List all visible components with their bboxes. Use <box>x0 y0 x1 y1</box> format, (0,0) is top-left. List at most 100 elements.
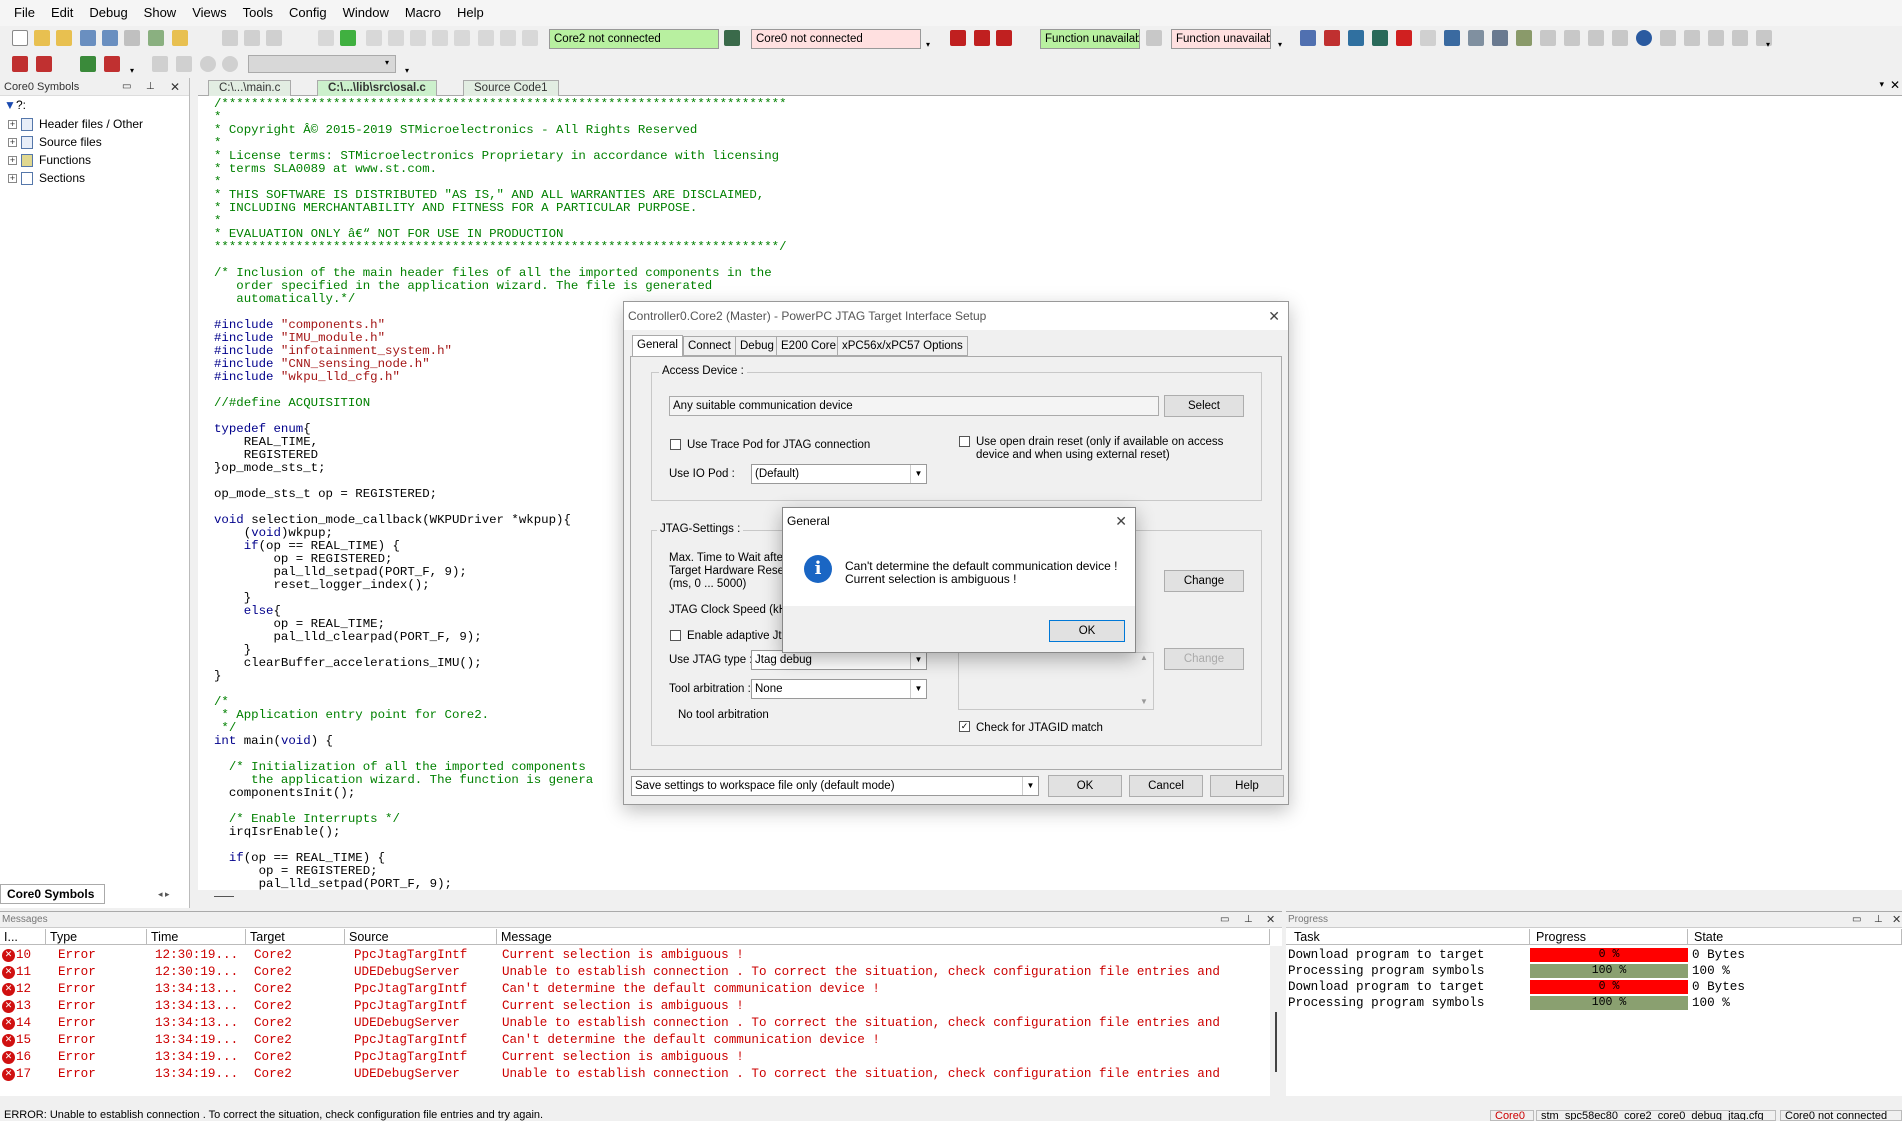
dropdown-arrow-2-icon[interactable]: ▾ <box>1278 40 1282 49</box>
jtag-type-combo[interactable]: Jtag debug ▼ <box>751 650 927 670</box>
view-11-icon[interactable] <box>1540 30 1556 46</box>
chevron-down-icon[interactable]: ▼ <box>910 465 926 483</box>
view-3-icon[interactable] <box>1348 30 1364 46</box>
close-icon[interactable]: ✕ <box>1892 912 1901 928</box>
restore-icon[interactable]: ▭ <box>1220 912 1229 928</box>
restore-icon[interactable]: ▭ <box>122 78 131 96</box>
combo-arrow-icon[interactable]: ▾ <box>385 58 389 67</box>
save-icon[interactable] <box>80 30 96 46</box>
close-icon[interactable]: ✕ <box>1268 302 1280 330</box>
tab-xpc-options[interactable]: xPC56x/xPC57 Options <box>837 336 968 356</box>
tab-osal-c[interactable]: C:\...\lib\src\osal.c <box>317 80 437 96</box>
close-icon[interactable]: ✕ <box>1266 912 1275 928</box>
message-row[interactable]: ✕ 14 Error 13:34:13... Core2 UDEDebugServer Un… <box>0 1015 1270 1032</box>
memory-icon[interactable] <box>80 56 96 72</box>
view-9-icon[interactable] <box>1492 30 1508 46</box>
progress-row[interactable]: Download program to target 0 % 0 Bytes <box>1286 947 1902 963</box>
message-row[interactable]: ✕ 15 Error 13:34:19... Core2 PpcJtagTargIntf C… <box>0 1032 1270 1049</box>
col-time[interactable]: Time <box>147 929 246 945</box>
delete-icon[interactable] <box>104 56 120 72</box>
close-editor-icon[interactable]: ✕ <box>1890 78 1900 92</box>
view-14-icon[interactable] <box>1612 30 1628 46</box>
access-device-field[interactable]: Any suitable communication device <box>669 396 1159 416</box>
view-10-icon[interactable] <box>1516 30 1532 46</box>
expand-icon[interactable]: + <box>8 137 17 147</box>
expand-icon[interactable]: + <box>8 119 17 129</box>
tab-scroll-arrows-icon[interactable]: ◂ ▸ <box>158 889 188 903</box>
expand-icon[interactable]: + <box>8 173 17 183</box>
tool-4-icon[interactable] <box>222 56 238 72</box>
workspace-icon[interactable] <box>148 30 164 46</box>
paste-icon[interactable] <box>266 30 282 46</box>
tree-item-sections[interactable]: + Sections <box>8 169 85 187</box>
globe-icon[interactable] <box>1636 30 1652 46</box>
change-button-2[interactable]: Change <box>1164 648 1244 670</box>
col-source[interactable]: Source <box>345 929 497 945</box>
close-icon[interactable]: ✕ <box>1115 508 1127 534</box>
chevron-down-icon[interactable]: ▼ <box>910 651 926 669</box>
view-4-icon[interactable] <box>1372 30 1388 46</box>
restore-icon[interactable]: ▭ <box>1852 912 1861 928</box>
step-into-icon[interactable] <box>388 30 404 46</box>
function-icon[interactable] <box>1146 30 1162 46</box>
view-17-icon[interactable] <box>1708 30 1724 46</box>
debug-red-icon[interactable] <box>950 30 966 46</box>
dropdown-arrow-4-icon[interactable]: ▾ <box>130 66 134 75</box>
tab-debug[interactable]: Debug <box>735 336 779 356</box>
dropdown-arrow-icon[interactable]: ▾ <box>926 40 930 49</box>
tree-item-functions[interactable]: + Functions <box>8 151 91 169</box>
new-file-icon[interactable] <box>12 30 28 46</box>
menu-help[interactable]: Help <box>449 0 492 26</box>
menu-file[interactable]: File <box>6 0 43 26</box>
progress-row[interactable]: Processing program symbols 100 % 100 % <box>1286 995 1902 1011</box>
step-over-icon[interactable] <box>410 30 426 46</box>
select-button[interactable]: Select <box>1164 395 1244 417</box>
col-target[interactable]: Target <box>246 929 345 945</box>
trace-pod-checkbox[interactable] <box>670 439 681 450</box>
cancel-button[interactable]: Cancel <box>1129 775 1203 797</box>
symbols-bottom-tab[interactable]: Core0 Symbols <box>0 884 105 904</box>
project-icon[interactable] <box>172 30 188 46</box>
go-icon[interactable] <box>340 30 356 46</box>
step-icon[interactable] <box>366 30 382 46</box>
message-row[interactable]: ✕ 12 Error 13:34:13... Core2 PpcJtagTargIntf C… <box>0 981 1270 998</box>
run-icon[interactable] <box>318 30 334 46</box>
view-18-icon[interactable] <box>1732 30 1748 46</box>
dropdown-arrow-5-icon[interactable]: ▾ <box>405 66 409 75</box>
messages-scroll-thumb[interactable] <box>1275 1012 1277 1072</box>
menu-window[interactable]: Window <box>335 0 397 26</box>
copy-icon[interactable] <box>244 30 260 46</box>
save-settings-combo[interactable]: Save settings to workspace file only (de… <box>631 776 1039 796</box>
print-icon[interactable] <box>124 30 140 46</box>
menu-tools[interactable]: Tools <box>235 0 281 26</box>
step-out-icon[interactable] <box>432 30 448 46</box>
tree-item-source-files[interactable]: + Source files <box>8 133 102 151</box>
view-12-icon[interactable] <box>1564 30 1580 46</box>
col-message[interactable]: Message <box>497 929 1270 945</box>
menu-debug[interactable]: Debug <box>81 0 135 26</box>
open-folder-icon[interactable] <box>34 30 50 46</box>
ok-button[interactable]: OK <box>1049 620 1125 642</box>
pin-icon[interactable]: ⊥ <box>1244 912 1253 928</box>
col-task[interactable]: Task <box>1286 929 1530 945</box>
view-1-icon[interactable] <box>1300 30 1316 46</box>
message-row[interactable]: ✕ 11 Error 12:30:19... Core2 UDEDebugServer Un… <box>0 964 1270 981</box>
tab-main-c[interactable]: C:\...\main.c <box>208 80 292 96</box>
debug-red-2-icon[interactable] <box>974 30 990 46</box>
filter-icon[interactable]: ▼ <box>4 98 16 112</box>
save-all-icon[interactable] <box>102 30 118 46</box>
chevron-down-icon[interactable]: ▼ <box>910 680 926 698</box>
jtagid-checkbox[interactable]: ✓ <box>959 721 970 732</box>
tree-item-header-files[interactable]: + Header files / Other <box>8 115 143 133</box>
col-type[interactable]: Type <box>46 929 147 945</box>
tab-list-icon[interactable]: ▾ <box>1879 79 1884 90</box>
debug-red-3-icon[interactable] <box>996 30 1012 46</box>
break-icon[interactable] <box>478 30 494 46</box>
expand-icon[interactable]: + <box>8 155 17 165</box>
adaptive-jtag-checkbox[interactable] <box>670 630 681 641</box>
jtag-id-list[interactable] <box>958 652 1154 710</box>
io-pod-combo[interactable]: (Default) ▼ <box>751 464 927 484</box>
open-workspace-icon[interactable] <box>56 30 72 46</box>
view-8-icon[interactable] <box>1468 30 1484 46</box>
dropdown-arrow-3-icon[interactable]: ▾ <box>1766 40 1770 49</box>
